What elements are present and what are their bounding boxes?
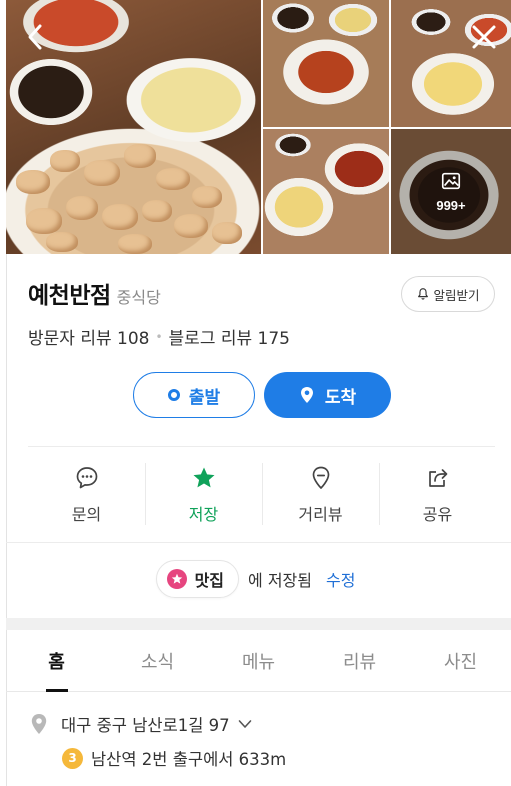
street-view-label: 거리뷰 xyxy=(298,504,343,524)
street-view-button[interactable]: 거리뷰 xyxy=(262,447,379,542)
route-end-button[interactable]: 도착 xyxy=(264,372,391,418)
saved-list-chip[interactable]: 맛집 xyxy=(155,560,240,598)
route-end-label: 도착 xyxy=(324,387,357,408)
location-pin-icon xyxy=(300,387,313,403)
saved-text: 에 저장됨 xyxy=(248,571,312,590)
inquiry-button[interactable]: 문의 xyxy=(28,447,145,542)
tab-home[interactable]: 홈 xyxy=(6,630,107,691)
place-category: 중식당 xyxy=(116,288,161,307)
blog-reviews-link[interactable]: 블로그 리뷰 175 xyxy=(169,324,290,349)
photo-4[interactable] xyxy=(263,129,389,254)
action-bar: 문의 저장 거리뷰 공유 xyxy=(28,447,496,542)
map-pin-icon xyxy=(31,714,47,734)
subway-directions-text: 남산역 2번 출구에서 633m xyxy=(91,750,287,769)
image-stack-icon xyxy=(441,172,461,190)
photo-gallery: 999+ xyxy=(6,0,511,254)
edit-saved-link[interactable]: 수정 xyxy=(326,567,355,591)
route-start-label: 출발 xyxy=(188,387,221,408)
chat-bubble-icon xyxy=(76,466,97,488)
map-pin-outline-icon xyxy=(312,466,329,489)
tab-reviews[interactable]: 리뷰 xyxy=(309,630,410,691)
star-badge-icon xyxy=(166,569,187,589)
tab-menu[interactable]: 메뉴 xyxy=(208,630,309,691)
subway-line-badge: 3 xyxy=(62,747,83,769)
place-name: 예천반점 xyxy=(28,283,111,309)
save-button[interactable]: 저장 xyxy=(145,447,262,542)
save-label: 저장 xyxy=(188,504,219,524)
close-button[interactable] xyxy=(467,20,501,54)
close-icon xyxy=(472,25,496,49)
share-label: 공유 xyxy=(422,504,453,524)
separator-dot: • xyxy=(155,329,163,344)
route-start-button[interactable]: 출발 xyxy=(133,372,255,418)
place-title-row: 예천반점 중식당 xyxy=(28,276,161,310)
chevron-down-icon[interactable] xyxy=(238,719,252,729)
back-button[interactable] xyxy=(18,20,52,54)
tab-bar: 홈 소식 메뉴 리뷰 사진 xyxy=(6,630,511,692)
photo-2[interactable] xyxy=(263,0,389,127)
tab-news[interactable]: 소식 xyxy=(107,630,208,691)
star-icon xyxy=(193,467,214,487)
more-photos-count: 999+ xyxy=(436,198,466,213)
saved-list-name: 맛집 xyxy=(194,571,225,590)
visitor-reviews-link[interactable]: 방문자 리뷰 108 xyxy=(28,324,149,349)
more-photos-button[interactable]: 999+ xyxy=(391,129,511,254)
notify-button[interactable]: 알림받기 xyxy=(401,276,495,312)
share-button[interactable]: 공유 xyxy=(379,447,496,542)
divider xyxy=(6,542,511,543)
address-text: 대구 중구 남산로1길 97 xyxy=(61,716,230,735)
tab-photos[interactable]: 사진 xyxy=(410,630,511,691)
notify-label: 알림받기 xyxy=(433,287,480,303)
saved-status-row: 맛집 에 저장됨 수정 xyxy=(0,560,511,598)
subway-directions-row: 3 남산역 2번 출구에서 633m xyxy=(62,746,286,770)
share-icon xyxy=(428,468,447,487)
panel-border xyxy=(6,254,7,786)
review-counts: 방문자 리뷰 108 • 블로그 리뷰 175 xyxy=(28,324,290,349)
inquiry-label: 문의 xyxy=(71,504,102,524)
chevron-left-icon xyxy=(28,24,42,50)
address-row: 대구 중구 남산로1길 97 xyxy=(30,712,252,736)
section-separator xyxy=(6,618,511,630)
bell-plus-icon xyxy=(418,288,429,300)
start-point-icon xyxy=(167,389,180,401)
